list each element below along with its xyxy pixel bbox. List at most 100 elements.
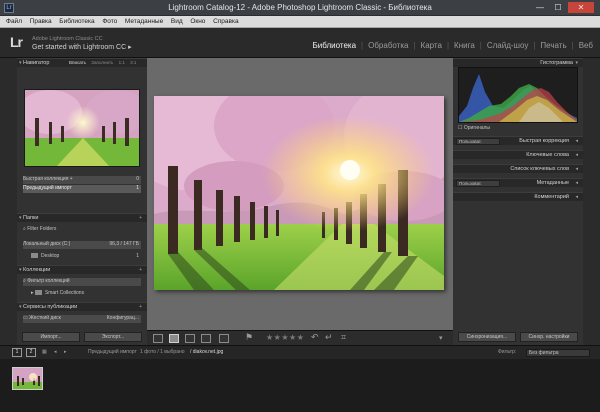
primary-window-button[interactable]: 1 — [12, 348, 22, 357]
zoom-fill[interactable]: Заполнить — [91, 60, 113, 65]
module-develop[interactable]: Обработка — [365, 41, 411, 50]
add-service-icon[interactable]: + — [139, 304, 142, 310]
histogram-title: Гистограмма — [540, 60, 573, 66]
module-separator: | — [413, 41, 416, 50]
filmstrip — [0, 359, 600, 412]
metadata-preset-select[interactable]: Пользоват. — [456, 180, 500, 187]
import-button[interactable]: Импорт... — [22, 332, 80, 342]
quick-develop-title: Быстрая коррекция — [519, 138, 569, 144]
folders-title: Папки — [23, 215, 39, 221]
window-title: Lightroom Catalog-12 - Adobe Photoshop L… — [168, 3, 432, 12]
quick-collection-row[interactable]: Быстрая коллекция + 0 — [23, 176, 141, 184]
keyword-list-header[interactable]: Список ключевых слов ◂ — [453, 164, 583, 173]
filter-collections-row[interactable]: ⌕ Фильтр коллекций — [23, 278, 141, 286]
menu-window[interactable]: Окно — [190, 16, 205, 28]
comments-header[interactable]: Комментарий ◂ — [453, 192, 583, 201]
publish-services-header[interactable]: ▾ Сервисы публикации + — [17, 302, 147, 311]
loupe-view-icon[interactable] — [169, 334, 179, 343]
menu-library[interactable]: Библиотека — [59, 16, 94, 28]
setup-link[interactable]: Конфигурац... — [107, 315, 139, 321]
left-panel: ▾ Навигатор Вписать Заполнить 1:1 3:1 Бы… — [17, 58, 147, 345]
identity-line1: Adobe Lightroom Classic CC — [32, 36, 103, 42]
quick-collection-label: Быстрая коллекция + — [23, 176, 73, 182]
hard-drive-service-row[interactable]: ▭ Жесткий диск Конфигурац... — [23, 315, 141, 323]
filter-select[interactable]: Без фильтра — [526, 349, 590, 357]
disk-size: 96,3 / 147 ГБ — [109, 241, 139, 247]
right-panel-edge[interactable] — [583, 58, 600, 345]
secondary-window-button[interactable]: 2 — [26, 348, 36, 357]
smart-collections-label: Smart Collections — [44, 290, 85, 296]
histogram[interactable] — [458, 67, 578, 123]
export-button[interactable]: Экспорт... — [84, 332, 142, 342]
original-photo-row[interactable]: ☐ Оригиналы — [458, 125, 576, 133]
module-web[interactable]: Веб — [576, 41, 596, 50]
navigator-title: Навигатор — [23, 60, 50, 66]
folders-header[interactable]: ▾ Папки + — [17, 213, 147, 222]
collapse-triangle-icon: ◂ — [575, 194, 578, 200]
survey-view-icon[interactable] — [201, 334, 211, 343]
zoom-fit[interactable]: Вписать — [69, 60, 86, 65]
get-started-link[interactable]: Get started with Lightroom CC ▸ — [32, 43, 132, 51]
desktop-folder-row[interactable]: Desktop 1 — [31, 253, 141, 261]
menu-edit[interactable]: Правка — [30, 16, 52, 28]
module-print[interactable]: Печать — [537, 41, 569, 50]
compare-view-icon[interactable] — [185, 334, 195, 343]
module-library[interactable]: Библиотека — [310, 41, 360, 50]
quick-collection-count: 0 — [136, 176, 139, 182]
main-photo[interactable] — [154, 96, 444, 290]
keyword-list-title: Список ключевых слов — [510, 166, 569, 172]
module-slideshow[interactable]: Слайд-шоу — [484, 41, 531, 50]
rotate-right-icon[interactable]: ↵ — [325, 332, 333, 343]
filmstrip-thumbnail[interactable] — [12, 367, 43, 390]
desktop-folder-count: 1 — [136, 253, 139, 259]
sync-metadata-button[interactable]: Синхронизация... — [458, 332, 516, 342]
star-rating[interactable]: ★★★★★ — [266, 333, 304, 342]
zoom-3to1[interactable]: 3:1 — [130, 60, 136, 65]
navigator-header[interactable]: ▾ Навигатор Вписать Заполнить 1:1 3:1 — [17, 58, 147, 67]
zoom-1to1[interactable]: 1:1 — [119, 60, 125, 65]
back-arrow-icon[interactable]: ◂ — [54, 349, 57, 355]
maximize-button[interactable]: ☐ — [550, 2, 566, 13]
menu-photo[interactable]: Фото — [102, 16, 117, 28]
module-book[interactable]: Книга — [451, 41, 478, 50]
original-checkbox-label: Оригиналы — [463, 125, 491, 131]
module-picker: Библиотека | Обработка | Карта | Книга |… — [310, 41, 596, 50]
quick-develop-header[interactable]: Пользоват. Быстрая коррекция ◂ — [453, 136, 583, 145]
collections-header[interactable]: ▾ Коллекции + — [17, 265, 147, 274]
add-collection-icon[interactable]: + — [139, 267, 142, 273]
smart-collections-row[interactable]: ▸ Smart Collections — [31, 290, 141, 298]
collapse-triangle-icon: ▾ — [19, 60, 22, 66]
minimize-button[interactable]: — — [532, 2, 548, 13]
quick-develop-preset-select[interactable]: Пользоват. — [456, 138, 500, 145]
menu-view[interactable]: Вид — [171, 16, 183, 28]
filmstrip-source[interactable]: Предыдущий импорт — [88, 349, 137, 355]
sync-settings-button[interactable]: Синхр. настройки — [520, 332, 578, 342]
collapse-triangle-icon: ◂ — [575, 138, 578, 144]
keywording-header[interactable]: Ключевые слова ◂ — [453, 150, 583, 159]
metadata-header[interactable]: Пользоват. Метаданные ◂ — [453, 178, 583, 187]
rotate-left-icon[interactable]: ↶ — [311, 332, 319, 343]
menu-metadata[interactable]: Метаданные — [125, 16, 163, 28]
crop-icon[interactable]: ⌗ — [341, 332, 346, 343]
menu-file[interactable]: Файл — [6, 16, 22, 28]
module-separator: | — [361, 41, 364, 50]
flag-icon[interactable]: ⚑ — [245, 332, 253, 343]
module-map[interactable]: Карта — [418, 41, 445, 50]
grid-view-icon[interactable] — [153, 334, 163, 343]
loupe-view[interactable] — [147, 58, 453, 330]
add-folder-icon[interactable]: + — [139, 215, 142, 221]
toolbar-menu-icon[interactable]: ▾ — [439, 334, 443, 342]
previous-import-label: Предыдущий импорт — [23, 185, 72, 191]
histogram-header[interactable]: Гистограмма ▾ — [453, 58, 583, 67]
disk-row[interactable]: Локальный диск (C:) 96,3 / 147 ГБ — [23, 241, 141, 249]
comments-title: Комментарий — [534, 194, 569, 200]
forward-arrow-icon[interactable]: ▸ — [64, 349, 67, 355]
menu-help[interactable]: Справка — [213, 16, 239, 28]
people-view-icon[interactable] — [219, 334, 229, 343]
filter-folders-row[interactable]: ⌕ Filter Folders — [23, 226, 141, 234]
left-panel-edge[interactable] — [0, 58, 17, 345]
previous-import-row[interactable]: Предыдущий импорт 1 — [23, 185, 141, 193]
grid-icon[interactable]: ▦ — [42, 349, 47, 355]
close-button[interactable]: ✕ — [568, 2, 594, 13]
navigator-preview[interactable] — [24, 89, 140, 167]
